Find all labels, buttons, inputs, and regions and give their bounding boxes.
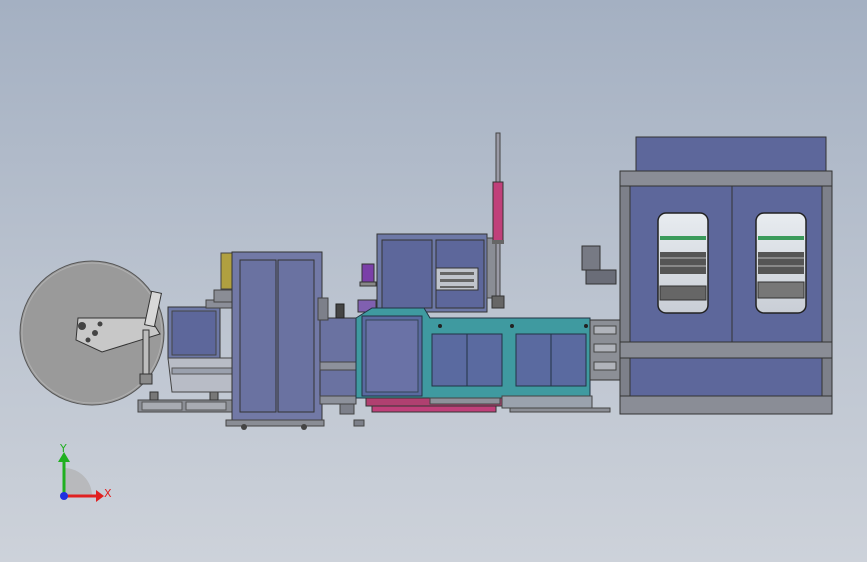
cad-viewport[interactable]: Y X xyxy=(0,0,867,562)
base-rail-left xyxy=(137,391,237,413)
purple-canister xyxy=(357,263,377,313)
machine-drawing: Y X xyxy=(19,132,833,502)
bracket xyxy=(213,289,233,303)
axis-triad[interactable]: Y X xyxy=(58,442,112,502)
z-axis-dot xyxy=(60,492,68,500)
forming-cabinet xyxy=(225,251,325,430)
center-unit xyxy=(376,233,498,313)
y-axis-label: Y xyxy=(59,442,67,455)
olive-cover xyxy=(220,252,234,290)
conveyor-base xyxy=(365,395,611,413)
cabinet-window-right xyxy=(755,212,807,314)
conveyor-frame xyxy=(355,307,591,399)
feed-unit xyxy=(167,299,239,393)
unwind-reel xyxy=(19,260,165,406)
cabinet-window-left xyxy=(657,212,709,314)
x-axis-label: X xyxy=(104,487,112,500)
